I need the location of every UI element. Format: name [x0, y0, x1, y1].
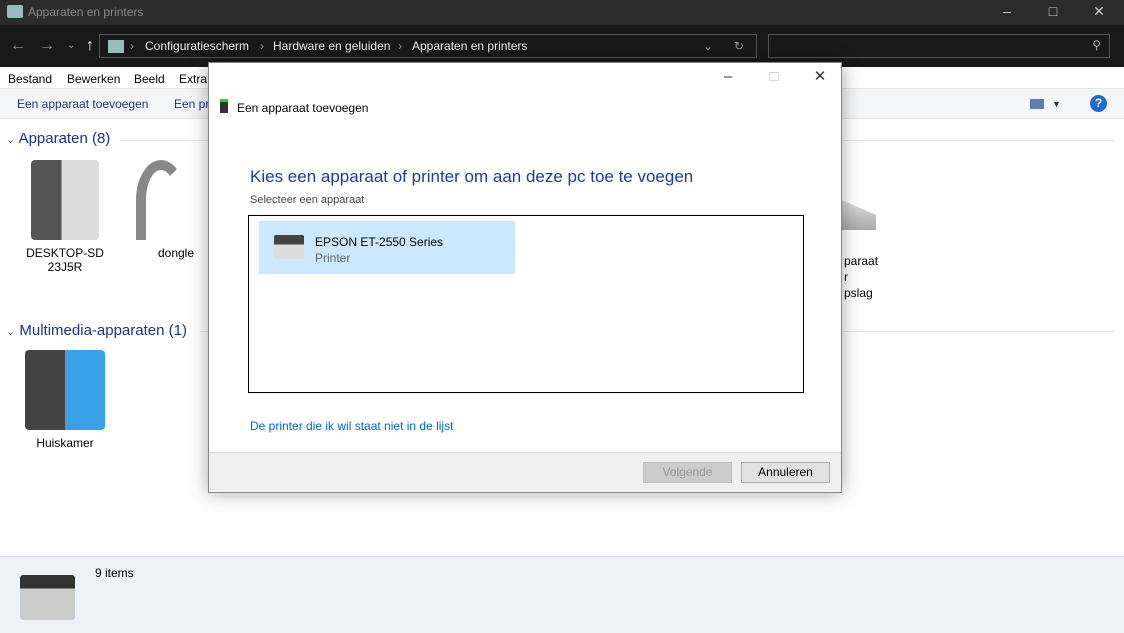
breadcrumb-item[interactable]: Apparaten en printers — [412, 39, 527, 53]
add-printer-button[interactable]: Een pri — [174, 97, 212, 111]
separator-icon: › — [398, 39, 402, 53]
devices-printers-icon — [7, 5, 23, 18]
menu-bestand[interactable]: Bestand — [8, 72, 52, 86]
add-device-icon — [220, 99, 228, 113]
menu-extra[interactable]: Extra — [179, 72, 207, 86]
help-icon[interactable]: ? — [1090, 95, 1107, 112]
refresh-icon[interactable]: ↻ — [734, 39, 744, 53]
search-icon: ⚲ — [1092, 38, 1101, 52]
dialog-subheading: Selecteer een apparaat — [250, 194, 365, 206]
search-input[interactable]: ⚲ — [768, 34, 1110, 58]
collapse-chevron-icon: ⌄ — [6, 326, 16, 338]
device-label: DESKTOP-SD23J5R — [26, 246, 104, 274]
dialog-footer: Volgende Annuleren — [209, 452, 841, 492]
dialog-minimize-button[interactable]: – — [705, 63, 751, 91]
dialog-heading: Kies een apparaat of printer om aan deze… — [250, 167, 694, 186]
dialog-title: Een apparaat toevoegen — [237, 101, 369, 115]
menu-beeld[interactable]: Beeld — [134, 72, 165, 86]
device-name: EPSON ET-2550 Series — [315, 235, 444, 249]
forward-icon[interactable]: → — [39, 37, 55, 55]
address-bar[interactable]: › Configuratiescherm › Hardware en gelui… — [99, 34, 757, 58]
close-button[interactable]: ✕ — [1076, 0, 1122, 25]
devices-printers-icon — [108, 40, 124, 53]
device-label: paraat — [844, 254, 879, 268]
window-title: Apparaten en printers — [28, 5, 144, 19]
computer-icon — [31, 160, 99, 240]
headset-icon — [136, 160, 186, 240]
device-list[interactable]: EPSON ET-2550 Series Printer — [248, 215, 804, 393]
breadcrumb-item[interactable]: Configuratiescherm — [145, 39, 249, 53]
group-label: Apparaten (8) — [18, 130, 111, 147]
device-type: Printer — [315, 251, 351, 265]
media-device-huiskamer[interactable]: Huiskamer — [20, 350, 110, 450]
minimize-button[interactable]: – — [984, 0, 1030, 25]
recent-chevron-icon[interactable]: ⌄ — [67, 40, 75, 51]
menu-bewerken[interactable]: Bewerken — [67, 72, 120, 86]
maximize-button[interactable]: □ — [1030, 0, 1076, 25]
device-label: Huiskamer — [36, 436, 94, 450]
window-titlebar: Apparaten en printers – □ ✕ — [0, 0, 1124, 25]
device-desktop[interactable]: DESKTOP-SD23J5R — [20, 160, 110, 274]
view-icon[interactable] — [1030, 99, 1044, 109]
next-button: Volgende — [643, 462, 732, 483]
separator-icon: › — [260, 39, 264, 53]
storage-icon — [842, 200, 876, 230]
printer-icon — [274, 235, 304, 259]
cancel-button[interactable]: Annuleren — [741, 462, 830, 483]
separator-icon: › — [130, 39, 134, 53]
printer-not-listed-link[interactable]: De printer die ik wil staat niet in de l… — [250, 419, 453, 433]
dialog-maximize-button: □ — [769, 68, 779, 85]
list-item[interactable]: EPSON ET-2550 Series Printer — [259, 221, 515, 274]
up-icon[interactable]: ↑ — [86, 37, 94, 55]
device-label: dongle — [157, 246, 195, 260]
dropdown-chevron-icon[interactable]: ⌄ — [703, 39, 713, 53]
device-storage[interactable]: paraat r pslag — [844, 253, 878, 301]
device-label: pslag — [844, 286, 873, 300]
view-dropdown-icon[interactable]: ▼ — [1052, 99, 1061, 109]
media-server-icon — [25, 350, 105, 430]
add-device-dialog: – □ ✕ Een apparaat toevoegen Kies een ap… — [208, 62, 842, 493]
status-bar: 9 items — [0, 556, 1124, 633]
breadcrumb-item[interactable]: Hardware en geluiden — [273, 39, 390, 53]
collapse-chevron-icon: ⌄ — [6, 134, 16, 146]
navigation-bar: ← → ⌄ ↑ › Configuratiescherm › Hardware … — [0, 25, 1124, 67]
group-devices[interactable]: ⌄ Apparaten (8) — [6, 130, 110, 147]
item-count: 9 items — [95, 566, 134, 580]
printer-camera-icon — [20, 575, 75, 620]
dialog-close-button[interactable]: ✕ — [797, 63, 843, 91]
group-multimedia[interactable]: ⌄ Multimedia-apparaten (1) — [6, 322, 187, 339]
back-icon[interactable]: ← — [10, 37, 26, 55]
add-device-button[interactable]: Een apparaat toevoegen — [17, 97, 148, 111]
device-label: r — [844, 270, 848, 284]
group-label: Multimedia-apparaten (1) — [19, 322, 187, 339]
